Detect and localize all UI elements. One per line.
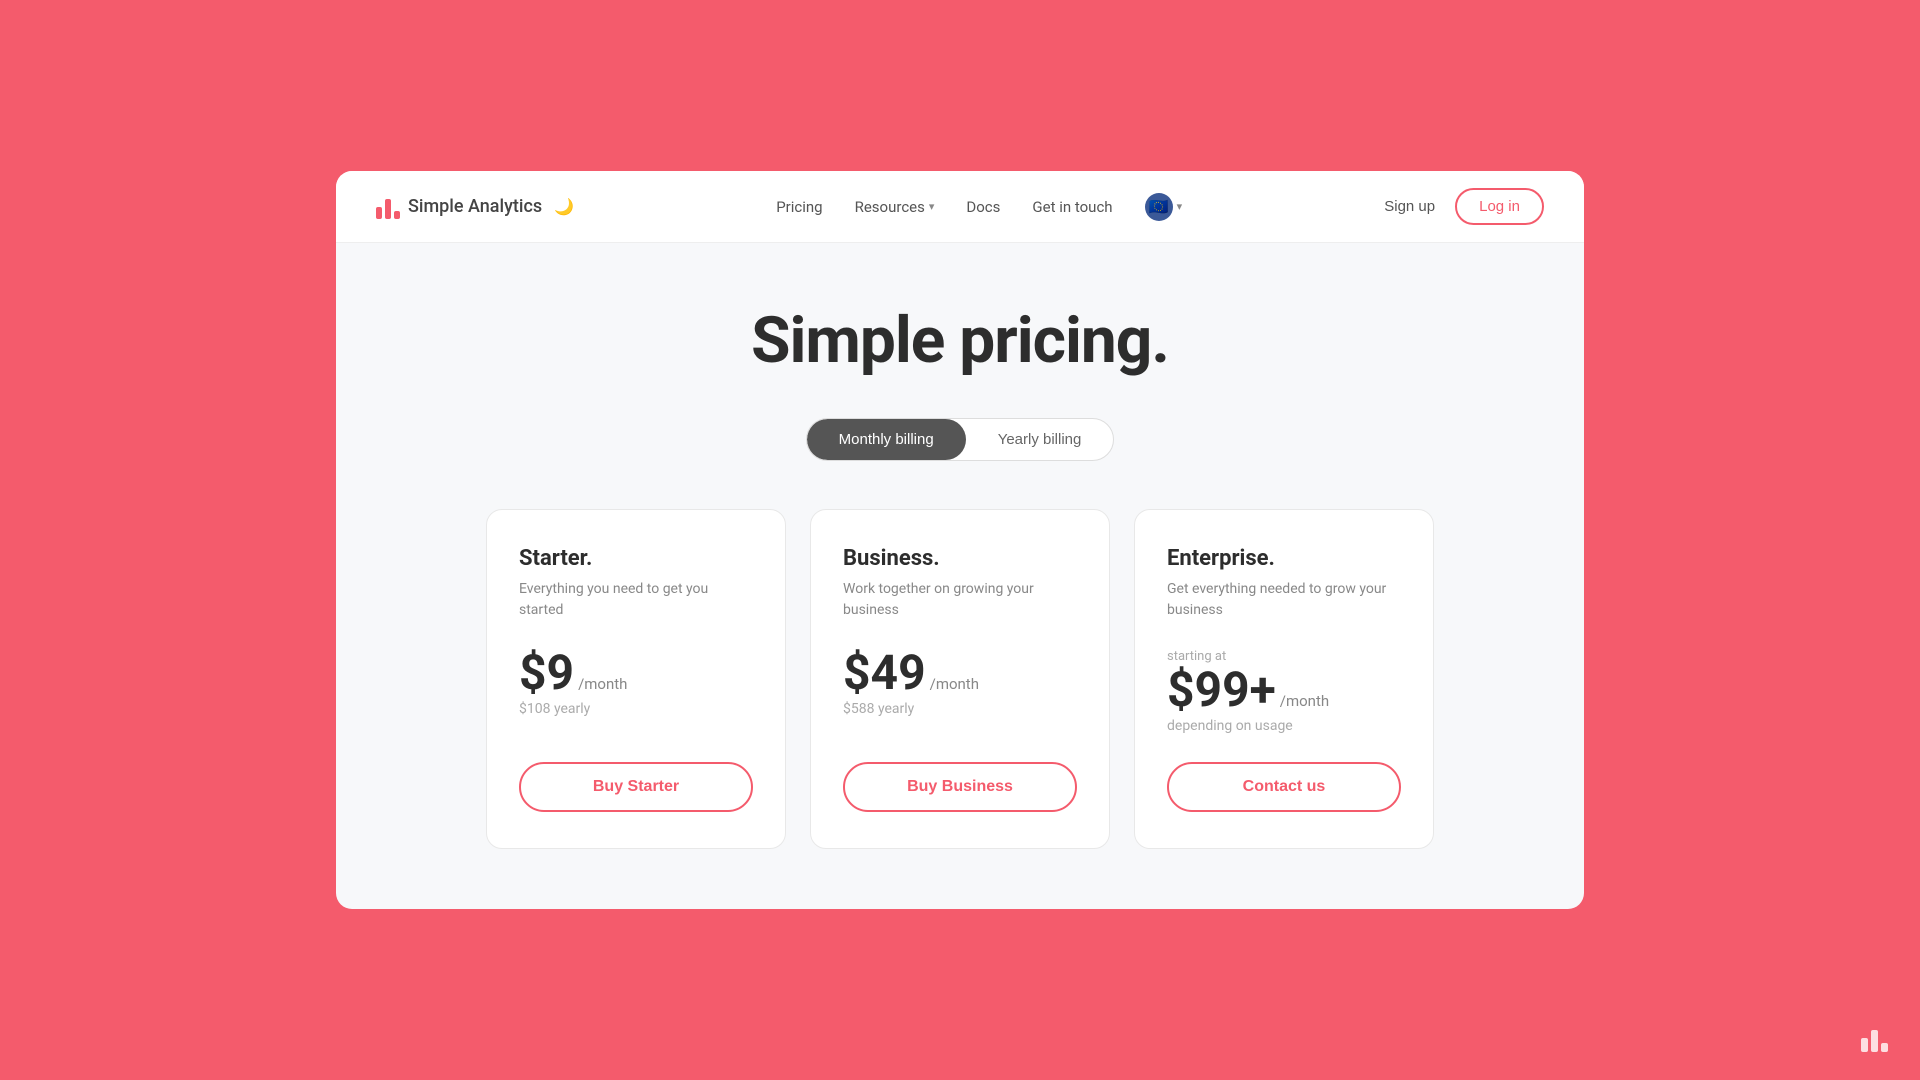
deco-bar-3 [1881, 1043, 1888, 1052]
navbar-nav: Pricing Resources ▾ Docs Get in touch 🇪🇺… [776, 193, 1182, 221]
log-in-button[interactable]: Log in [1455, 188, 1544, 225]
business-plan-desc: Work together on growing your business [843, 579, 1077, 621]
bottom-decoration [1861, 1030, 1888, 1052]
monthly-billing-button[interactable]: Monthly billing [807, 419, 966, 460]
starter-yearly-note: $108 yearly [519, 701, 753, 717]
nav-item-resources[interactable]: Resources ▾ [855, 198, 935, 216]
page-title: Simple pricing. [751, 303, 1169, 378]
nav-item-language[interactable]: 🇪🇺 ▾ [1145, 193, 1183, 221]
business-yearly-note: $588 yearly [843, 701, 1077, 717]
logo-bar-1 [376, 207, 382, 219]
navbar-logo-area: Simple Analytics 🌙 [376, 195, 574, 219]
enterprise-card: Enterprise. Get everything needed to gro… [1134, 509, 1434, 849]
enterprise-price-period: /month [1280, 692, 1329, 710]
business-price-row: $49 /month [843, 649, 1077, 697]
billing-toggle: Monthly billing Yearly billing [806, 418, 1115, 461]
starter-price-row: $9 /month [519, 649, 753, 697]
business-price-period: /month [930, 675, 979, 693]
enterprise-plan-desc: Get everything needed to grow your busin… [1167, 579, 1401, 621]
contact-us-button[interactable]: Contact us [1167, 762, 1401, 812]
eu-flag-icon: 🇪🇺 [1145, 193, 1173, 221]
starter-plan-desc: Everything you need to get you started [519, 579, 753, 621]
starter-plan-name: Starter. [519, 546, 753, 571]
moon-icon: 🌙 [554, 197, 574, 216]
starter-price-amount: $9 [519, 649, 574, 697]
nav-item-docs[interactable]: Docs [966, 198, 1000, 216]
resources-chevron-icon: ▾ [929, 200, 935, 213]
nav-item-get-in-touch[interactable]: Get in touch [1032, 198, 1112, 216]
business-plan-name: Business. [843, 546, 1077, 571]
business-card: Business. Work together on growing your … [810, 509, 1110, 849]
starter-price-period: /month [578, 675, 627, 693]
logo-icon [376, 195, 400, 219]
enterprise-price-row: $99+ /month [1167, 666, 1401, 714]
nav-item-pricing[interactable]: Pricing [776, 198, 822, 216]
logo-bar-3 [394, 211, 400, 219]
logo-bar-2 [385, 199, 391, 219]
buy-business-button[interactable]: Buy Business [843, 762, 1077, 812]
logo-text: Simple Analytics [408, 196, 542, 217]
language-chevron-icon: ▾ [1177, 200, 1183, 213]
enterprise-usage-note: depending on usage [1167, 718, 1401, 734]
navbar: Simple Analytics 🌙 Pricing Resources ▾ D… [336, 171, 1584, 243]
enterprise-price-amount: $99+ [1167, 666, 1276, 714]
navbar-actions: Sign up Log in [1384, 188, 1544, 225]
enterprise-plan-name: Enterprise. [1167, 546, 1401, 571]
buy-starter-button[interactable]: Buy Starter [519, 762, 753, 812]
business-price-amount: $49 [843, 649, 926, 697]
sign-up-button[interactable]: Sign up [1384, 198, 1435, 215]
starter-card: Starter. Everything you need to get you … [486, 509, 786, 849]
deco-bar-1 [1861, 1038, 1868, 1052]
deco-bar-2 [1871, 1030, 1878, 1052]
main-content: Simple pricing. Monthly billing Yearly b… [336, 243, 1584, 909]
page-container: Simple Analytics 🌙 Pricing Resources ▾ D… [336, 171, 1584, 909]
pricing-cards: Starter. Everything you need to get you … [376, 509, 1544, 849]
yearly-billing-button[interactable]: Yearly billing [966, 419, 1114, 460]
